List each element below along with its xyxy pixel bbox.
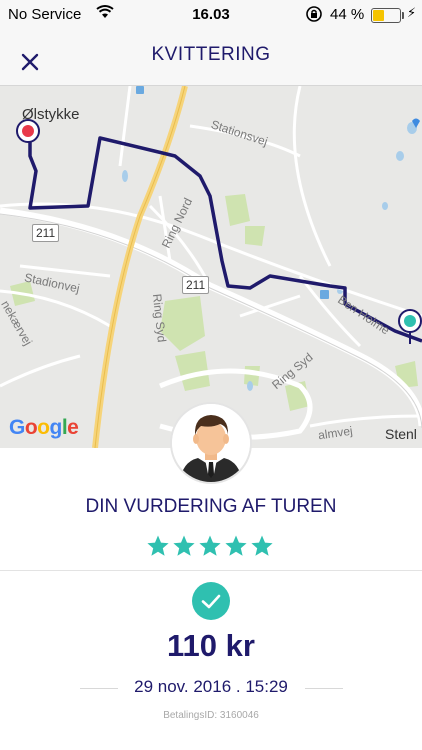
driver-avatar	[170, 402, 252, 484]
star-icon[interactable]	[198, 534, 222, 558]
rating-stars	[146, 534, 276, 560]
star-icon[interactable]	[172, 534, 196, 558]
star-icon[interactable]	[224, 534, 248, 558]
battery-percent: 44 %	[330, 6, 365, 23]
rating-title: DIN VURDERING AF TUREN	[85, 496, 337, 517]
payment-id: BetalingsID: 3160046	[163, 710, 259, 721]
rotation-lock-icon	[306, 6, 322, 22]
divider	[0, 570, 422, 571]
star-icon[interactable]	[250, 534, 274, 558]
town-label: Ølstykke	[22, 106, 80, 123]
trip-date: 29 nov. 2016 . 15:29	[134, 677, 288, 696]
road-shield-211-a: 211	[32, 224, 60, 242]
status-bar: No Service 16.03 44 % ⚡	[0, 0, 422, 32]
charging-icon: ⚡	[407, 5, 417, 20]
page-title: KVITTERING	[151, 44, 271, 65]
road-shield-211-b: 211	[182, 276, 210, 294]
date-divider-right	[305, 688, 343, 689]
nav-header: KVITTERING	[0, 32, 422, 86]
star-icon[interactable]	[146, 534, 170, 558]
route-map[interactable]: Ølstykke Stationsvej Ring Nord Ring Syd …	[0, 86, 422, 448]
google-logo: Google	[9, 416, 79, 439]
checkmark-icon	[192, 582, 230, 620]
town-label-stenl: Stenl	[385, 426, 417, 442]
trip-price: 110 kr	[167, 628, 255, 663]
map-canvas	[0, 86, 422, 448]
battery-icon	[371, 8, 401, 23]
driver-avatar-icon	[172, 404, 250, 482]
